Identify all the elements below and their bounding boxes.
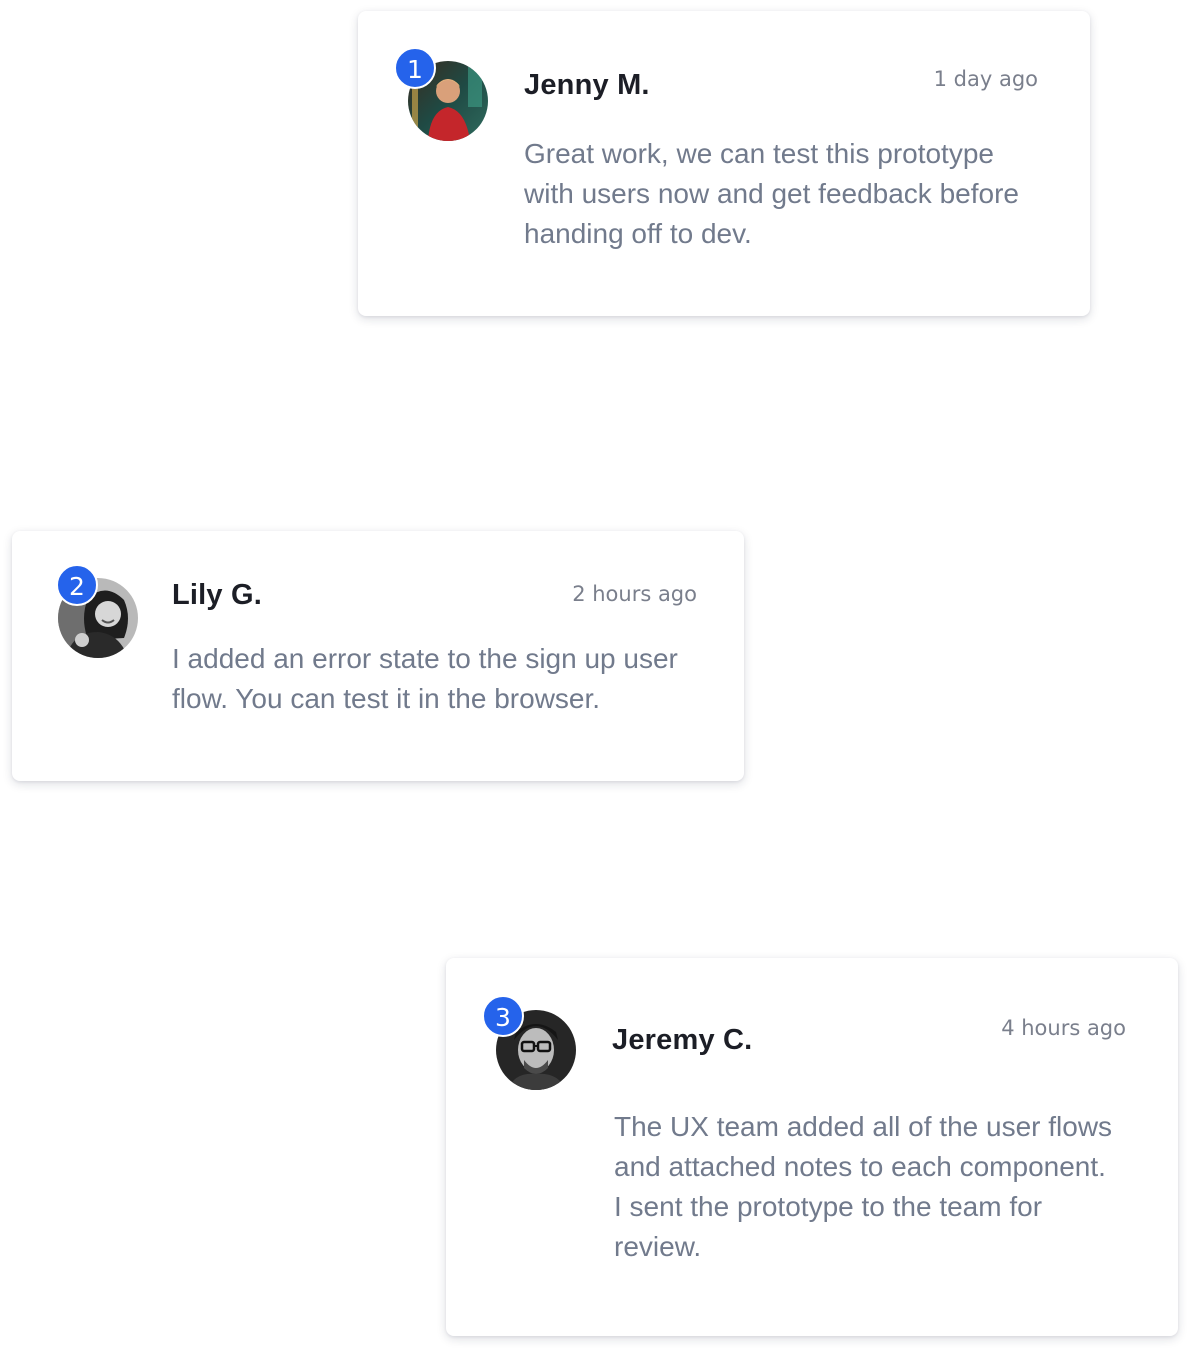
comment-number-badge: 2 <box>56 564 98 606</box>
comment-timestamp: 2 hours ago <box>572 582 697 606</box>
comment-card[interactable]: 3 Jeremy C. 4 hours ago The UX team adde… <box>446 958 1178 1336</box>
comment-message: The UX team added all of the user flows … <box>614 1111 1113 1262</box>
comment-message: Great work, we can test this prototype w… <box>524 138 1019 249</box>
comment-author: Lily G. <box>172 579 263 611</box>
comment-author: Jenny M. <box>524 69 650 101</box>
comment-number-badge: 3 <box>482 995 524 1037</box>
comments-canvas: 1 Jenny M. 1 day ago Great work, we can … <box>0 0 1198 1358</box>
comment-message: I added an error state to the sign up us… <box>172 643 678 714</box>
comment-timestamp: 1 day ago <box>933 67 1038 91</box>
comment-author: Jeremy C. <box>612 1024 753 1056</box>
comment-number-badge: 1 <box>394 47 436 89</box>
comment-card[interactable]: 1 Jenny M. 1 day ago Great work, we can … <box>358 11 1090 316</box>
comment-card[interactable]: 2 Lily G. 2 hours ago I added an error s… <box>12 531 744 781</box>
comment-timestamp: 4 hours ago <box>1001 1016 1126 1040</box>
